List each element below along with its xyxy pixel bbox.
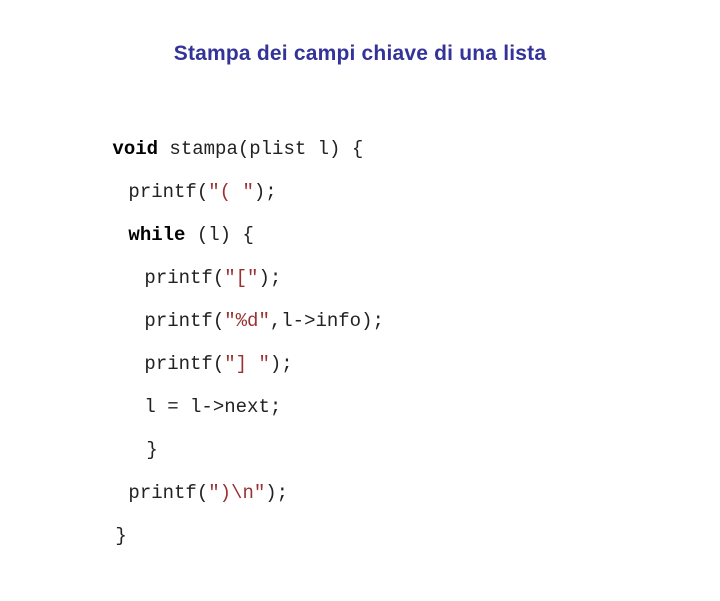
code-text: printf( <box>144 267 225 289</box>
code-text: l = l->next; <box>144 396 282 418</box>
slide-canvas: Stampa dei campi chiave di una lista voi… <box>0 0 720 547</box>
code-text: printf( <box>128 181 209 203</box>
code-string: "%d" <box>224 310 270 332</box>
code-tail: ); <box>265 482 289 504</box>
code-tail: ); <box>269 353 293 375</box>
code-text: (l) { <box>185 224 254 246</box>
code-keyword: while <box>128 224 186 246</box>
code-listing: void stampa(plist l) { printf("( "); whi… <box>0 85 720 547</box>
code-text: printf( <box>128 482 209 504</box>
code-text: printf( <box>144 310 225 332</box>
code-string: ")\n" <box>208 482 266 504</box>
code-line: void stampa(plist l) { <box>0 85 720 160</box>
code-text: } <box>146 439 158 461</box>
code-text: printf( <box>144 353 225 375</box>
code-string: "] " <box>224 353 270 375</box>
code-tail: ); <box>253 181 277 203</box>
code-string: "[" <box>224 267 259 289</box>
page-title: Stampa dei campi chiave di una lista <box>173 42 547 65</box>
code-tail: ,l->info); <box>269 310 384 332</box>
code-string: "( " <box>208 181 254 203</box>
code-tail: ); <box>258 267 282 289</box>
code-text: } <box>115 525 127 547</box>
code-keyword: void <box>112 138 159 160</box>
code-text: stampa(plist l) { <box>158 138 364 160</box>
